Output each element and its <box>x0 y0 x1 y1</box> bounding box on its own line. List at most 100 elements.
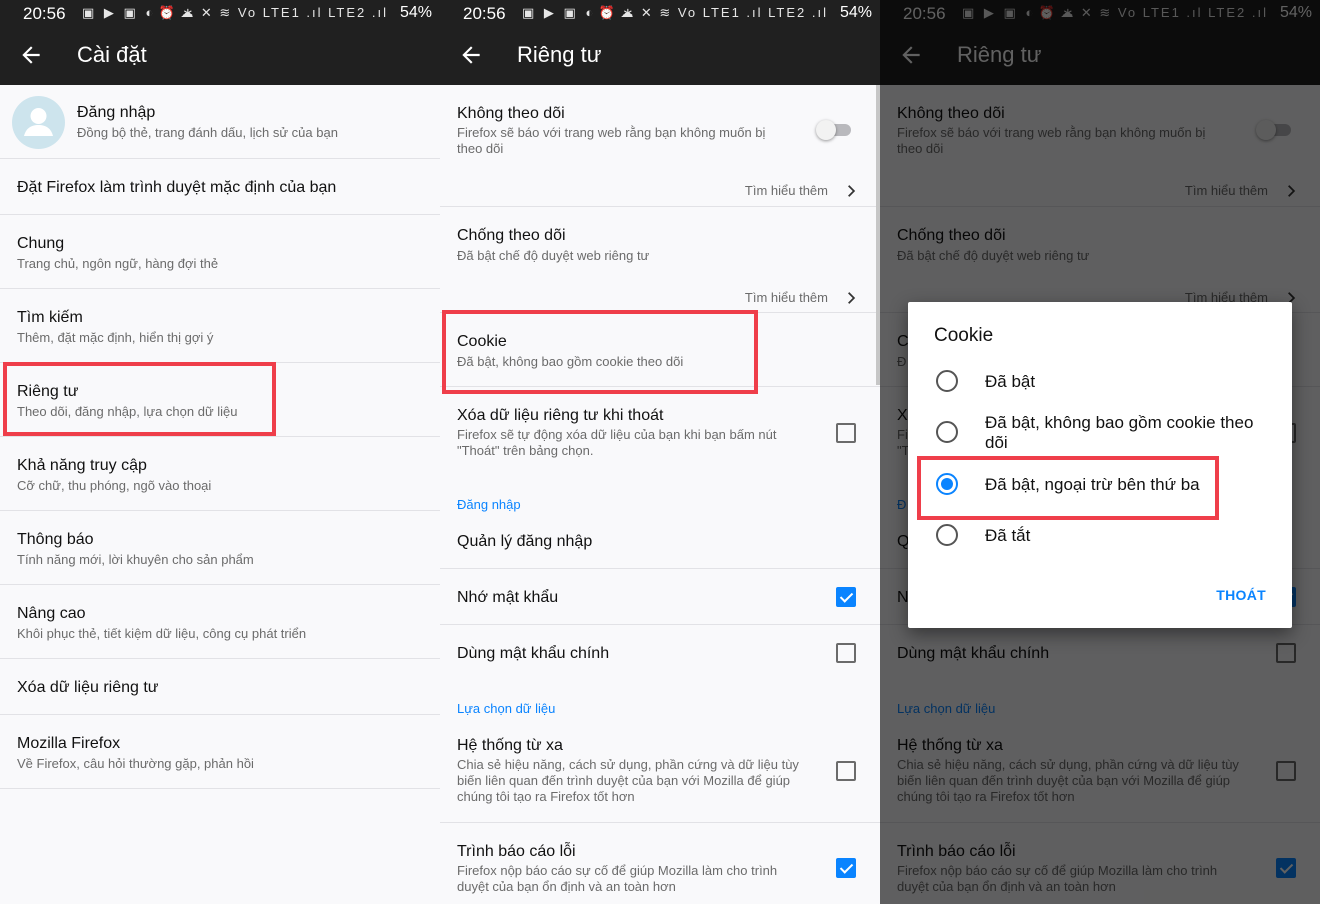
do-not-track-row[interactable]: Không theo dõi Firefox sẽ báo với trang … <box>440 85 880 175</box>
row-title: Nhớ mật khẩu <box>457 589 559 606</box>
settings-item-subtitle: Về Firefox, câu hỏi thường gặp, phản hồi <box>17 756 254 771</box>
settings-item-accessibility[interactable]: Khả năng truy cập Cỡ chữ, thu phóng, ngõ… <box>0 437 440 511</box>
user-icon <box>24 108 53 136</box>
settings-item-sign-in[interactable]: Đăng nhập Đồng bộ thẻ, trang đánh dấu, l… <box>0 85 440 159</box>
radio-disabled[interactable] <box>936 524 958 546</box>
row-title: Quản lý đăng nhập <box>457 533 593 550</box>
radio-label[interactable]: Đã bật <box>985 372 1277 392</box>
dialog-title: Cookie <box>934 325 994 346</box>
learn-more-row[interactable]: Tìm hiểu thêm <box>440 175 880 207</box>
row-subtitle: Firefox nộp báo cáo sự cố để giúp Mozill… <box>457 863 778 878</box>
row-title: Dùng mật khẩu chính <box>457 645 610 662</box>
crash-reporter-checkbox[interactable] <box>836 858 856 878</box>
chevron-right-icon <box>848 292 856 304</box>
radio-enabled[interactable] <box>936 370 958 392</box>
settings-item-subtitle: Trang chủ, ngôn ngữ, hàng đợi thẻ <box>17 256 219 271</box>
settings-item-title: Nâng cao <box>17 605 86 622</box>
avatar <box>12 96 65 149</box>
crash-reporter-row[interactable]: Trình báo cáo lỗi Firefox nộp báo cáo sự… <box>440 823 880 904</box>
back-arrow-icon[interactable] <box>458 42 484 68</box>
settings-item-search[interactable]: Tìm kiếm Thêm, đặt mặc định, hiển thị gợ… <box>0 289 440 363</box>
settings-item-title: Thông báo <box>17 531 94 548</box>
remember-passwords-checkbox[interactable] <box>836 587 856 607</box>
learn-more-link[interactable]: Tìm hiểu thêm <box>745 183 828 198</box>
radio-label[interactable]: Đã bật, không bao gồm cookie theo dõi <box>985 413 1277 453</box>
row-title: Cookie <box>457 333 507 350</box>
telemetry-checkbox[interactable] <box>836 761 856 781</box>
settings-item-advanced[interactable]: Nâng cao Khôi phục thẻ, tiết kiệm dữ liệ… <box>0 585 440 659</box>
settings-item-title: Đăng nhập <box>77 104 156 121</box>
settings-item-clear-private-data[interactable]: Xóa dữ liệu riêng tư <box>0 659 440 715</box>
row-subtitle: Đã bật, không bao gồm cookie theo dõi <box>457 354 684 369</box>
row-title: Hệ thống từ xa <box>457 737 563 754</box>
do-not-track-toggle[interactable] <box>816 120 852 140</box>
master-password-row[interactable]: Dùng mật khẩu chính <box>440 625 880 681</box>
settings-item-title: Khả năng truy cập <box>17 457 147 474</box>
cookie-dialog: Cookie Đã bật Đã bật, không bao gồm cook… <box>908 302 1292 628</box>
row-subtitle: theo dõi <box>457 141 504 156</box>
tracking-protection-row[interactable]: Chống theo dõi Đã bật chế độ duyệt web r… <box>440 207 880 281</box>
settings-item-title: Riêng tư <box>17 383 79 400</box>
row-subtitle: Firefox sẽ báo với trang web rằng bạn kh… <box>457 125 766 140</box>
master-password-checkbox[interactable] <box>836 643 856 663</box>
row-subtitle: biến liên quan đến trình duyệt của bạn v… <box>457 773 791 788</box>
battery-level: 54% <box>399 4 432 21</box>
status-bar: 20:56 ▣ ▶ ▣ ◐ ● ☁ ⏰ ∗ ✕ ≋ Vo LTE1 .ıl LT… <box>440 0 880 27</box>
page-title: Cài đặt <box>77 42 147 67</box>
clear-on-exit-checkbox[interactable] <box>836 423 856 443</box>
settings-item-title: Xóa dữ liệu riêng tư <box>17 679 159 696</box>
settings-screen: 20:56 ▣ ▶ ▣ ◐ ● ☁ ⏰ ∗ ✕ ≋ Vo LTE1 .ıl LT… <box>0 0 440 904</box>
data-choices-section-header: Lựa chọn dữ liệu <box>457 701 556 716</box>
settings-item-subtitle: Tính năng mới, lời khuyên cho sản phẩm <box>17 552 254 567</box>
settings-item-title: Mozilla Firefox <box>17 735 121 752</box>
system-status-icons: ⏰ ∗ ✕ ≋ Vo LTE1 .ıl LTE2 .ıl <box>158 5 388 20</box>
logins-section-header: Đăng nhập <box>457 497 521 512</box>
remember-passwords-row[interactable]: Nhớ mật khẩu <box>440 569 880 625</box>
settings-item-title: Đặt Firefox làm trình duyệt mặc định của… <box>17 179 337 196</box>
learn-more-link[interactable]: Tìm hiểu thêm <box>745 290 828 305</box>
row-subtitle: duyệt của bạn ổn định và an toàn hơn <box>457 879 676 894</box>
settings-item-default-browser[interactable]: Đặt Firefox làm trình duyệt mặc định của… <box>0 159 440 215</box>
radio-label[interactable]: Đã bật, ngoại trừ bên thứ ba <box>985 475 1277 495</box>
settings-item-subtitle: Thêm, đặt mặc định, hiển thị gợi ý <box>17 330 214 345</box>
privacy-list: Không theo dõi Firefox sẽ báo với trang … <box>440 85 880 904</box>
status-bar: 20:56 ▣ ▶ ▣ ◐ ● ☁ ⏰ ∗ ✕ ≋ Vo LTE1 .ıl LT… <box>0 0 440 27</box>
app-toolbar: Cài đặt <box>0 27 440 85</box>
row-subtitle: "Thoát" trên bảng chọn. <box>457 443 594 458</box>
radio-enabled-excluding-third-party[interactable] <box>936 473 958 495</box>
settings-item-subtitle: Đồng bộ thẻ, trang đánh dấu, lịch sử của… <box>77 125 338 140</box>
row-subtitle: chúng tôi tạo ra Firefox tốt hơn <box>457 789 635 804</box>
settings-item-privacy[interactable]: Riêng tư Theo dõi, đăng nhập, lựa chọn d… <box>0 363 440 437</box>
app-toolbar: Riêng tư <box>440 27 880 85</box>
telemetry-row[interactable]: Hệ thống từ xa Chia sẻ hiệu năng, cách s… <box>440 717 880 823</box>
settings-item-general[interactable]: Chung Trang chủ, ngôn ngữ, hàng đợi thẻ <box>0 215 440 289</box>
row-title: Không theo dõi <box>457 105 565 122</box>
page-title: Riêng tư <box>517 42 602 67</box>
battery-level: 54% <box>839 4 872 21</box>
settings-list: Đăng nhập Đồng bộ thẻ, trang đánh dấu, l… <box>0 85 440 904</box>
settings-item-subtitle: Cỡ chữ, thu phóng, ngõ vào thoại <box>17 478 212 493</box>
settings-item-title: Chung <box>17 235 65 252</box>
settings-item-title: Tìm kiếm <box>17 309 83 326</box>
privacy-screen: 20:56 ▣ ▶ ▣ ◐ ● ☁ ⏰ ∗ ✕ ≋ Vo LTE1 .ıl LT… <box>440 0 880 904</box>
cookie-row[interactable]: Cookie Đã bật, không bao gồm cookie theo… <box>440 313 880 387</box>
clear-on-exit-row[interactable]: Xóa dữ liệu riêng tư khi thoát Firefox s… <box>440 387 880 477</box>
status-time: 20:56 <box>463 4 506 23</box>
row-subtitle: Firefox sẽ tự động xóa dữ liệu của bạn k… <box>457 427 777 442</box>
settings-item-mozilla-firefox[interactable]: Mozilla Firefox Về Firefox, câu hỏi thườ… <box>0 715 440 789</box>
manage-logins-row[interactable]: Quản lý đăng nhập <box>440 513 880 569</box>
settings-item-notifications[interactable]: Thông báo Tính năng mới, lời khuyên cho … <box>0 511 440 585</box>
settings-item-subtitle: Theo dõi, đăng nhập, lựa chọn dữ liệu <box>17 404 238 419</box>
row-title: Chống theo dõi <box>457 227 566 244</box>
back-arrow-icon[interactable] <box>18 42 44 68</box>
radio-enabled-excluding-tracking[interactable] <box>936 421 958 443</box>
system-status-icons: ⏰ ∗ ✕ ≋ Vo LTE1 .ıl LTE2 .ıl <box>598 5 828 20</box>
row-subtitle: Đã bật chế độ duyệt web riêng tư <box>457 248 650 263</box>
chevron-right-icon <box>848 185 856 197</box>
exit-button[interactable]: THOÁT <box>1216 587 1266 603</box>
radio-label[interactable]: Đã tắt <box>985 526 1277 546</box>
row-title: Xóa dữ liệu riêng tư khi thoát <box>457 407 664 424</box>
privacy-screen-with-dialog: 20:56 ▣ ▶ ▣ ◐ ● ☁ ⏰ ∗ ✕ ≋ Vo LTE1 .ıl LT… <box>880 0 1320 904</box>
settings-item-subtitle: Khôi phục thẻ, tiết kiệm dữ liệu, công c… <box>17 626 307 641</box>
learn-more-row[interactable]: Tìm hiểu thêm <box>440 281 880 313</box>
